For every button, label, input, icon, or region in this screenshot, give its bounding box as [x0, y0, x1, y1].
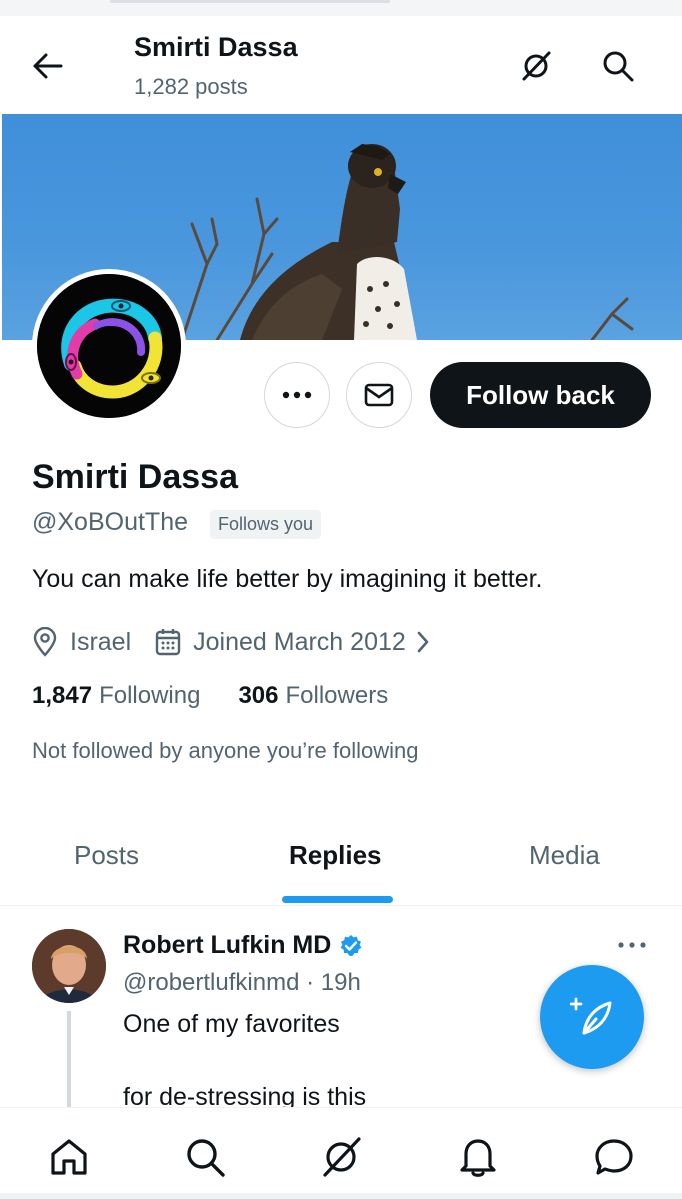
nav-messages[interactable]: [589, 1132, 639, 1182]
back-button[interactable]: [26, 46, 70, 86]
post-author-name[interactable]: Robert Lufkin MD: [123, 931, 363, 960]
status-strip: [0, 0, 682, 16]
more-icon: [618, 942, 646, 948]
arrow-left-icon: [33, 53, 63, 79]
post-text-line: for de-stressing is this: [123, 1083, 367, 1107]
calendar-icon: [155, 628, 181, 656]
followers-count: 306: [238, 682, 279, 709]
compose-post-button[interactable]: [540, 965, 644, 1069]
follow-stats: 1,847 Following 306 Followers: [32, 682, 388, 710]
grok-icon: [323, 1137, 361, 1177]
nav-home[interactable]: [44, 1132, 94, 1182]
search-icon: [187, 1139, 225, 1177]
home-icon: [51, 1139, 87, 1175]
bell-icon: [460, 1139, 496, 1177]
avatar-image: [37, 274, 181, 418]
compose-icon: [570, 997, 612, 1035]
nav-grok[interactable]: [316, 1132, 366, 1182]
location-pin-icon: [32, 627, 58, 657]
tab-media[interactable]: Media: [529, 840, 600, 871]
active-tab-indicator: [282, 896, 393, 903]
profile-tabs: Posts Replies Media: [0, 810, 682, 906]
thread-line: [67, 1011, 71, 1107]
following-label: Following: [99, 682, 201, 709]
more-icon: [282, 391, 312, 399]
post-author-handle: @robertlufkinmd · 19h: [123, 969, 361, 996]
mail-icon: [364, 383, 394, 407]
following-link[interactable]: 1,847 Following: [32, 682, 200, 710]
post-text-line: One of my favorites: [123, 1010, 340, 1038]
tab-posts[interactable]: Posts: [74, 840, 139, 871]
profile-meta: Israel Joined March 2012: [32, 624, 430, 660]
nav-notifications[interactable]: [453, 1132, 503, 1182]
followers-label: Followers: [285, 682, 389, 709]
search-button[interactable]: [594, 44, 642, 88]
followers-link[interactable]: 306 Followers: [238, 682, 388, 710]
post-count: 1,282 posts: [134, 74, 248, 99]
not-followed-note: Not followed by anyone you’re following: [32, 738, 419, 763]
grok-button[interactable]: [512, 44, 560, 88]
nav-search[interactable]: [180, 1132, 230, 1182]
follows-you-badge: Follows you: [210, 510, 322, 539]
search-icon: [603, 51, 634, 82]
home-indicator: [0, 1193, 682, 1199]
chevron-right-icon[interactable]: [416, 631, 430, 653]
profile-joined[interactable]: Joined March 2012: [193, 628, 406, 657]
post-more-button[interactable]: [614, 933, 650, 957]
follow-back-button[interactable]: Follow back: [430, 362, 651, 428]
profile-bio: You can make life better by imagining it…: [32, 565, 543, 593]
post-author-avatar[interactable]: [32, 929, 106, 1003]
author-photo: [32, 929, 106, 1003]
following-count: 1,847: [32, 682, 93, 709]
profile-location: Israel: [70, 627, 132, 656]
profile-header: Smirti Dassa 1,282 posts: [0, 16, 682, 114]
profile-avatar[interactable]: [32, 269, 186, 423]
profile-handle: @XoBOutThe: [32, 508, 189, 536]
chat-icon: [595, 1139, 633, 1175]
grok-icon: [522, 51, 551, 81]
bottom-nav: [0, 1107, 682, 1199]
profile-name: Smirti Dassa: [32, 458, 238, 496]
message-button[interactable]: [346, 362, 412, 428]
tab-replies[interactable]: Replies: [289, 840, 382, 871]
page-title: Smirti Dassa: [134, 32, 298, 62]
post-author-name-text: Robert Lufkin MD: [123, 931, 332, 959]
verified-badge-icon: [339, 934, 363, 958]
more-options-button[interactable]: [264, 362, 330, 428]
